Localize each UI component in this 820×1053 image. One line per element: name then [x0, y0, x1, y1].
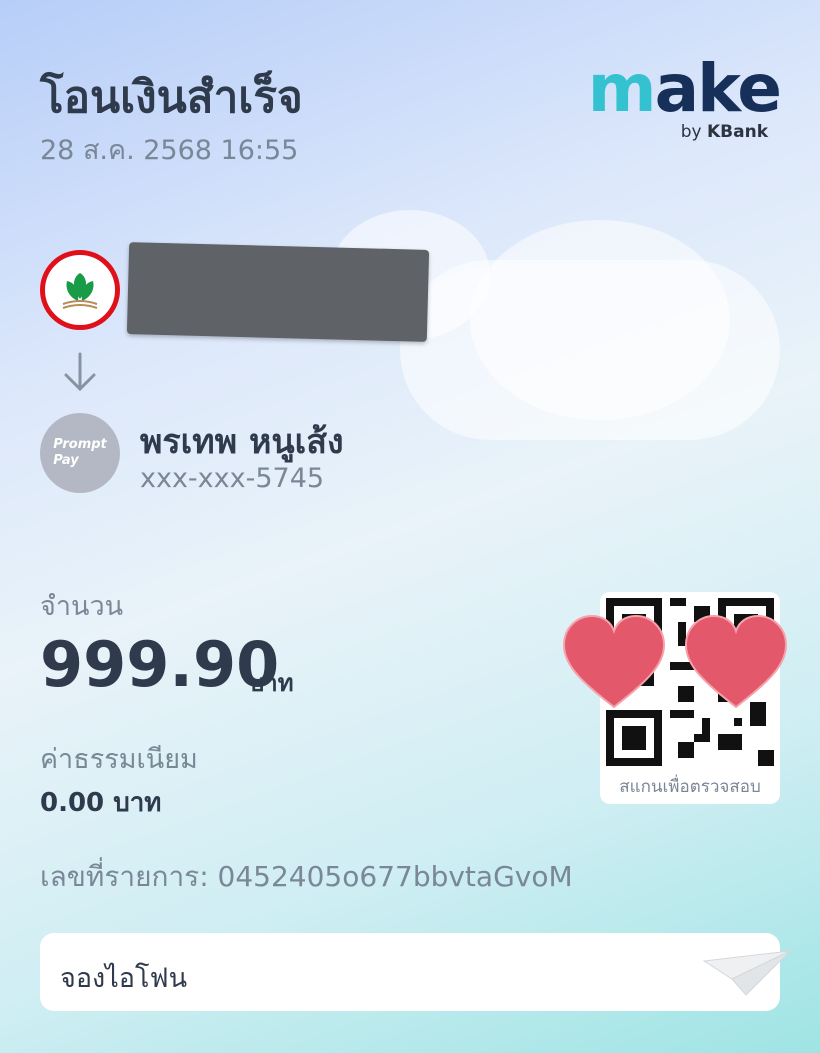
transaction-datetime: 28 ส.ค. 2568 16:55	[40, 135, 299, 166]
qr-caption: สแกนเพื่อตรวจสอบ	[619, 777, 761, 797]
fee-label: ค่าธรรมเนียม	[40, 744, 198, 775]
promptpay-icon: Prompt Pay	[40, 413, 120, 493]
transaction-reference: เลขที่รายการ: 0452405o677bbvtaGvoM	[40, 860, 573, 893]
amount-unit: บาท	[249, 669, 294, 697]
receiver-account: xxx-xxx-5745	[140, 463, 325, 494]
redaction-block	[126, 242, 430, 342]
memo-text: จองไอโฟน	[60, 963, 188, 994]
heart-sticker-icon	[562, 614, 666, 709]
memo-card: จองไอโฟน	[40, 933, 791, 1011]
kbank-icon	[40, 250, 120, 330]
cloud-decoration	[470, 220, 730, 420]
heart-sticker-icon	[684, 614, 788, 709]
make-logo: make by KBank	[555, 50, 782, 148]
logo-byline: by KBank	[680, 122, 768, 142]
arrow-down-icon	[62, 350, 98, 398]
paper-plane-icon	[702, 949, 792, 1003]
page-title: โอนเงินสำเร็จ	[40, 72, 303, 123]
amount-value: 999.90	[40, 628, 280, 701]
receiver-name: พรเทพ หนูเส้ง	[140, 422, 344, 462]
logo-wordmark: make	[587, 50, 782, 127]
fee-value: 0.00 บาท	[40, 788, 162, 818]
amount-label: จำนวน	[40, 591, 124, 622]
